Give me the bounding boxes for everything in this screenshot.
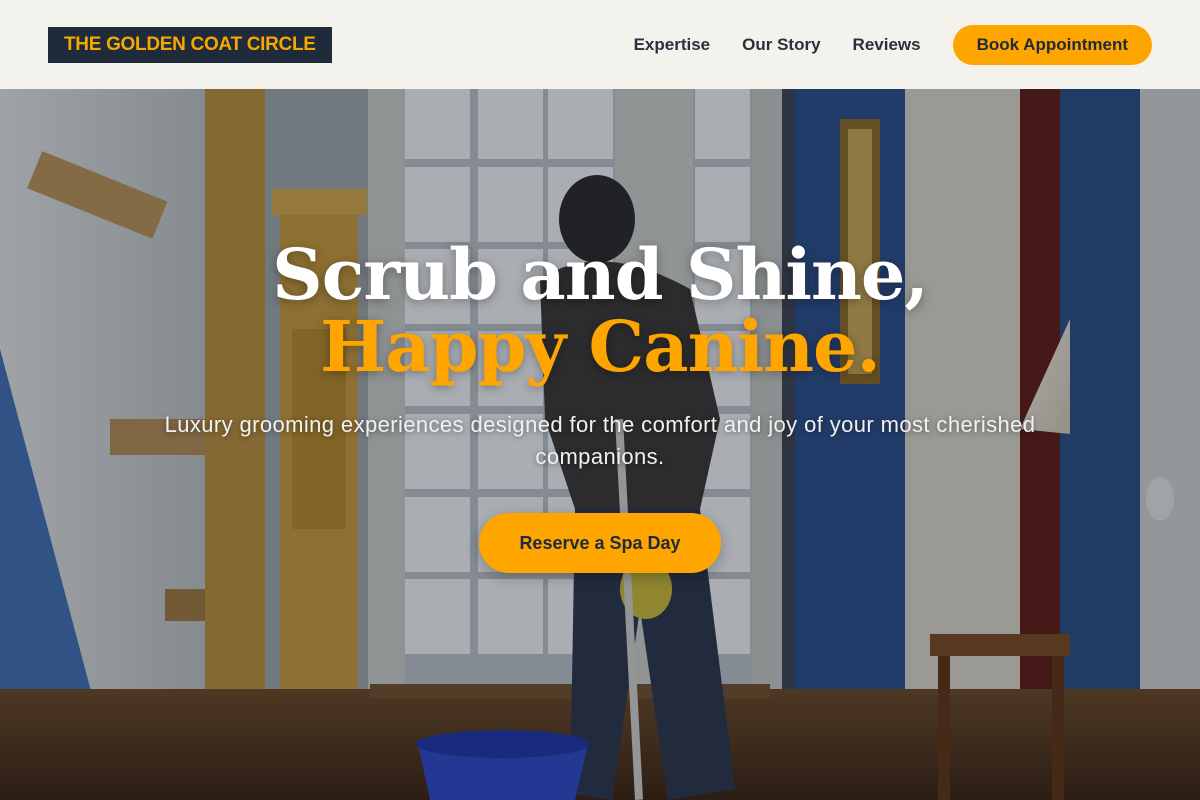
nav-link-our-story[interactable]: Our Story [742,35,820,55]
nav-link-expertise[interactable]: Expertise [634,35,711,55]
book-appointment-button[interactable]: Book Appointment [952,24,1152,65]
reserve-spa-day-button[interactable]: Reserve a Spa Day [479,513,721,573]
nav-link-reviews[interactable]: Reviews [853,35,921,55]
hero-content: Scrub and Shine, Happy Canine. Luxury gr… [0,239,1200,573]
hero-title-line2: Happy Canine. [320,305,881,388]
main-nav: Expertise Our Story Reviews Book Appoint… [634,24,1152,65]
hero-subtitle: Luxury grooming experiences designed for… [164,412,1036,469]
hero-section: Scrub and Shine, Happy Canine. Luxury gr… [0,89,1200,800]
hero-title: Scrub and Shine, Happy Canine. [0,239,1200,383]
site-header: THE GOLDEN COAT CIRCLE Expertise Our Sto… [0,0,1200,89]
brand-logo[interactable]: THE GOLDEN COAT CIRCLE [48,26,332,63]
hero-title-line1: Scrub and Shine, [272,233,929,316]
